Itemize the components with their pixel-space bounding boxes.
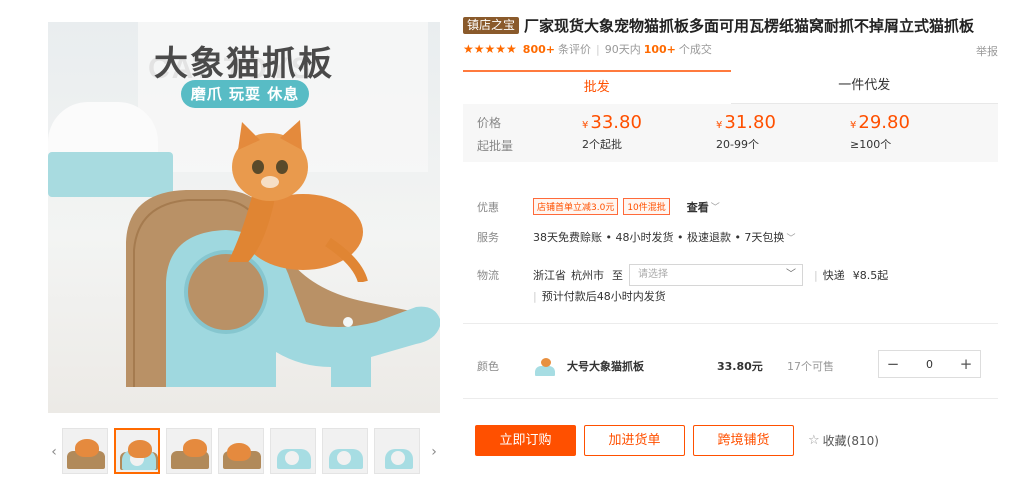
tier-price: 33.80: [590, 112, 642, 133]
chevron-left-icon[interactable]: ‹: [48, 442, 60, 462]
chevron-right-icon[interactable]: ›: [428, 442, 440, 462]
image-tagline-pill: 磨爪 玩耍 休息: [181, 80, 309, 108]
thumbnail-active[interactable]: [114, 428, 160, 474]
moq-label: 起批量: [477, 139, 514, 153]
thumbnail[interactable]: [166, 428, 212, 474]
sku-name: 大号大象猫抓板: [567, 360, 644, 373]
cat-illustration: [228, 120, 368, 282]
quantity-value[interactable]: 0: [907, 358, 952, 371]
cross-border-button[interactable]: 跨境铺货: [693, 425, 794, 456]
service-text[interactable]: 38天免费赊账 • 48小时发货 • 极速退款 • 7天包换: [533, 229, 784, 245]
rating-stars-icon: ★★★★★: [463, 42, 517, 56]
service-label: 服务: [477, 231, 499, 244]
thumbnail-strip: ‹ ›: [48, 426, 440, 478]
destination-placeholder: 请选择: [638, 269, 668, 280]
order-now-button[interactable]: 立即订购: [475, 425, 576, 456]
from-province: 浙江省: [533, 269, 566, 282]
star-icon: ☆: [808, 433, 820, 448]
add-to-list-button[interactable]: 加进货单: [584, 425, 685, 456]
promo-label: 优惠: [477, 200, 499, 214]
price-label: 价格: [477, 116, 502, 130]
coupon-badge[interactable]: 店铺首单立减3.0元: [533, 198, 619, 215]
price-table: 价格 起批量 ¥33.80 2个起批 ¥31.80 20-99个 ¥29.80 …: [463, 104, 998, 162]
sku-thumbnail[interactable]: [533, 354, 557, 378]
tier-qty: ≥100个: [850, 138, 892, 151]
sku-stock: 17个可售: [787, 360, 834, 373]
tier-qty: 20-99个: [716, 138, 759, 151]
rating-count[interactable]: 800+: [523, 43, 555, 56]
action-bar: 立即订购 加进货单 跨境铺货 ☆ 收藏(810): [475, 425, 879, 456]
to-label: 至: [612, 269, 623, 282]
shop-badge: 镇店之宝: [463, 16, 520, 34]
view-promo-dropdown[interactable]: 查看: [687, 199, 709, 215]
coupon-badge[interactable]: 10件混批: [623, 198, 670, 215]
price-tier: ¥31.80 20-99个: [716, 112, 776, 151]
minus-icon[interactable]: −: [879, 355, 907, 373]
destination-select[interactable]: 请选择 ﹀: [629, 264, 803, 286]
purchase-tabs: 批发 一件代发: [463, 70, 998, 104]
divider: [463, 398, 998, 399]
rating-label: 条评价: [557, 43, 591, 56]
sold-count: 100+: [643, 42, 676, 56]
service-row: 服务 38天免费赊账 • 48小时发货 • 极速退款 • 7天包换 ﹀: [477, 229, 795, 245]
main-product-image[interactable]: CAT TOYS 大象猫抓板 磨爪 玩耍 休息: [48, 22, 440, 413]
thumbnail[interactable]: [374, 428, 420, 474]
thumbnail[interactable]: [322, 428, 368, 474]
tier-price: 29.80: [858, 112, 910, 133]
rating-row: ★★★★★ 800+ 条评价 | 90天内 100+ 个成交 举报: [463, 38, 998, 60]
thumbnail[interactable]: [62, 428, 108, 474]
image-headline: 大象猫抓板: [154, 44, 334, 84]
chevron-down-icon[interactable]: ﹀: [786, 231, 795, 244]
separator: |: [533, 289, 537, 303]
shipping-fee: ¥8.5起: [852, 269, 889, 282]
shipping-method: 快递: [822, 269, 845, 282]
color-label: 颜色: [477, 360, 499, 373]
period-label: 90天内: [604, 43, 641, 56]
quantity-stepper: − 0 +: [878, 350, 981, 378]
chevron-down-icon: ﹀: [786, 269, 796, 280]
tab-wholesale[interactable]: 批发: [463, 70, 731, 104]
logistics-row: 物流 浙江省 杭州市 至 请选择 ﹀ | 快递 ¥8.5起: [477, 264, 888, 286]
favorite-label: 收藏(810): [822, 434, 879, 448]
thumbnail[interactable]: [270, 428, 316, 474]
separator: |: [595, 42, 600, 56]
thumbnail[interactable]: [218, 428, 264, 474]
tab-dropship[interactable]: 一件代发: [731, 70, 999, 104]
tier-price: 31.80: [724, 112, 776, 133]
logistics-label: 物流: [477, 269, 499, 282]
divider: [463, 323, 998, 324]
promo-row: 优惠 店铺首单立减3.0元 10件混批 查看 ﹀: [477, 198, 720, 215]
ship-note: 预计付款后48小时内发货: [541, 290, 666, 303]
ship-note-row: | 预计付款后48小时内发货: [533, 288, 666, 304]
plus-icon[interactable]: +: [952, 355, 980, 373]
sold-label: 个成交: [678, 43, 712, 56]
chevron-down-icon[interactable]: ﹀: [711, 200, 720, 213]
from-city: 杭州市: [571, 269, 604, 282]
product-info-panel: 镇店之宝 厂家现货大象宠物猫抓板多面可用瓦楞纸猫窝耐抓不掉屑立式猫抓板 ★★★★…: [463, 14, 998, 456]
product-title: 厂家现货大象宠物猫抓板多面可用瓦楞纸猫窝耐抓不掉屑立式猫抓板: [524, 16, 975, 35]
sku-price: 33.80元: [717, 360, 763, 373]
price-tier: ¥33.80 2个起批: [582, 112, 642, 151]
title-row: 镇店之宝 厂家现货大象宠物猫抓板多面可用瓦楞纸猫窝耐抓不掉屑立式猫抓板: [463, 14, 998, 36]
report-link[interactable]: 举报: [976, 43, 998, 59]
favorite-button[interactable]: ☆ 收藏(810): [808, 432, 879, 449]
separator: |: [814, 268, 818, 282]
price-tier: ¥29.80 ≥100个: [850, 112, 910, 151]
tier-qty: 2个起批: [582, 138, 622, 151]
